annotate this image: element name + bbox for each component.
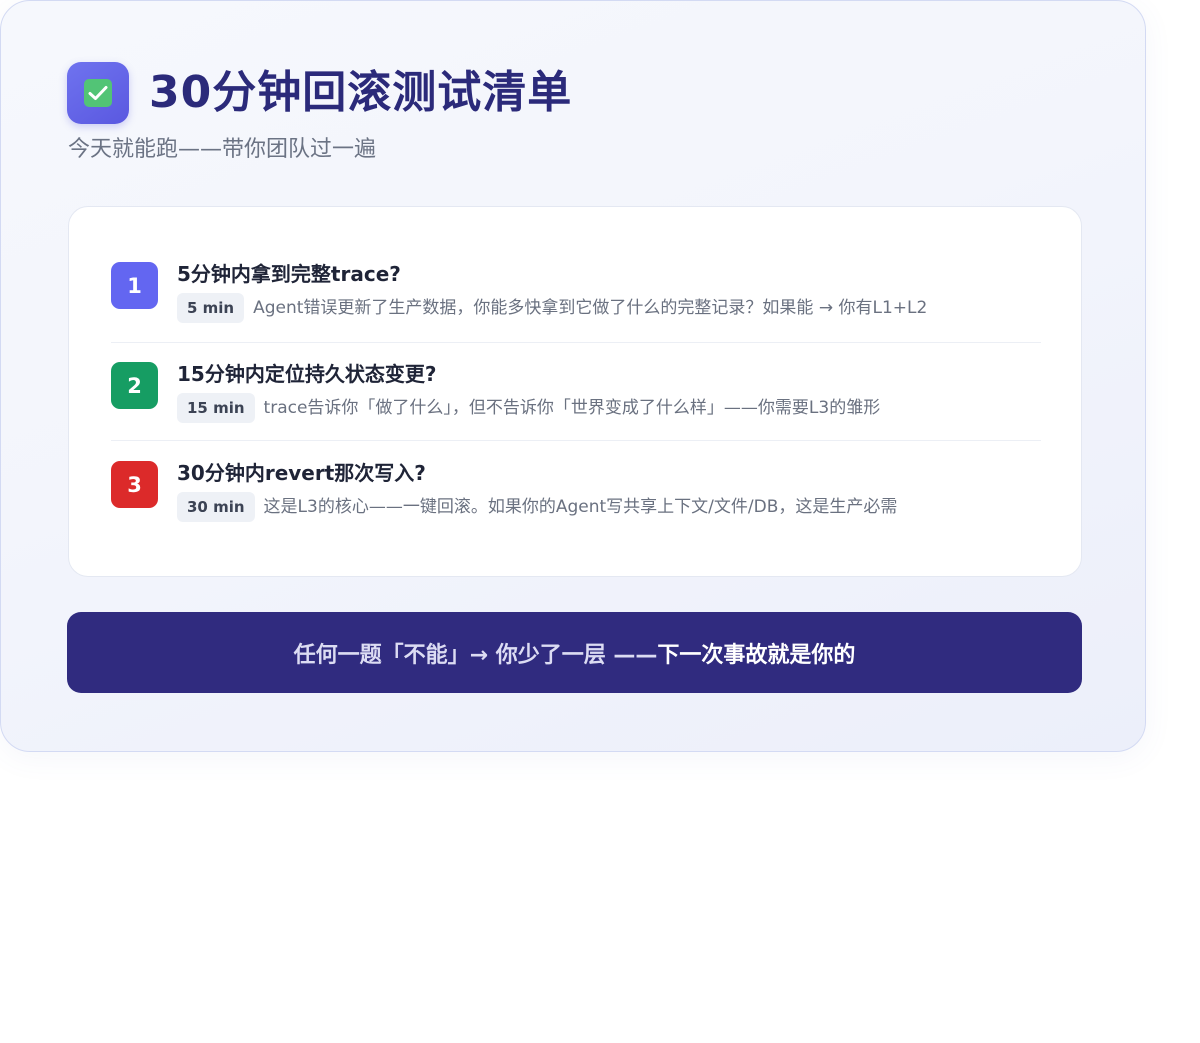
- item-description: trace告诉你「做了什么」，但不告诉你「世界变成了什么样」——你需要L3的雏形: [263, 398, 881, 418]
- header: 30分钟回滚测试清单: [67, 62, 572, 124]
- divider: [111, 440, 1041, 441]
- item-description: 这是L3的核心——一键回滚。如果你的Agent写共享上下文/文件/DB，这是生产…: [263, 497, 898, 517]
- step-number-badge: 1: [111, 262, 158, 309]
- time-badge: 5 min: [177, 293, 245, 323]
- checklist-app-icon: [67, 62, 129, 124]
- item-title: 5分钟内拿到完整trace?: [177, 262, 401, 286]
- item-detail-row: 30 min 这是L3的核心——一键回滚。如果你的Agent写共享上下文/文件/…: [177, 492, 897, 522]
- item-detail-row: 5 min Agent错误更新了生产数据，你能多快拿到它做了什么的完整记录？如果…: [177, 293, 927, 323]
- checklist-item: 1 5分钟内拿到完整trace? 5 min Agent错误更新了生产数据，你能…: [111, 243, 1041, 341]
- checklist-item: 3 30分钟内revert那次写入? 30 min 这是L3的核心——一键回滚。…: [111, 442, 1041, 540]
- item-detail-row: 15 min trace告诉你「做了什么」，但不告诉你「世界变成了什么样」——你…: [177, 393, 880, 423]
- item-description: Agent错误更新了生产数据，你能多快拿到它做了什么的完整记录？如果能 → 你有…: [253, 298, 928, 318]
- page-title: 30分钟回滚测试清单: [149, 67, 573, 118]
- checklist-panel: 30分钟回滚测试清单 今天就能跑——带你团队过一遍 1 5分钟内拿到完整trac…: [0, 0, 1146, 752]
- step-number-badge: 3: [111, 461, 158, 508]
- checklist-card: 1 5分钟内拿到完整trace? 5 min Agent错误更新了生产数据，你能…: [68, 206, 1082, 577]
- item-title: 15分钟内定位持久状态变更?: [177, 362, 437, 386]
- page-subtitle: 今天就能跑——带你团队过一遍: [68, 137, 377, 162]
- checklist-item: 2 15分钟内定位持久状态变更? 15 min trace告诉你「做了什么」，但…: [111, 343, 1041, 441]
- step-number-badge: 2: [111, 362, 158, 409]
- time-badge: 15 min: [177, 393, 255, 423]
- check-box-icon: [84, 79, 112, 107]
- banner-text-lead: 任何一题「不能」→ 你少了一层 ——: [293, 642, 658, 668]
- banner-text-emphasis: 下一次事故就是你的: [657, 642, 856, 668]
- time-badge: 30 min: [177, 492, 255, 522]
- item-title: 30分钟内revert那次写入?: [177, 461, 426, 485]
- warning-banner: 任何一题「不能」→ 你少了一层 —— 下一次事故就是你的: [67, 612, 1082, 693]
